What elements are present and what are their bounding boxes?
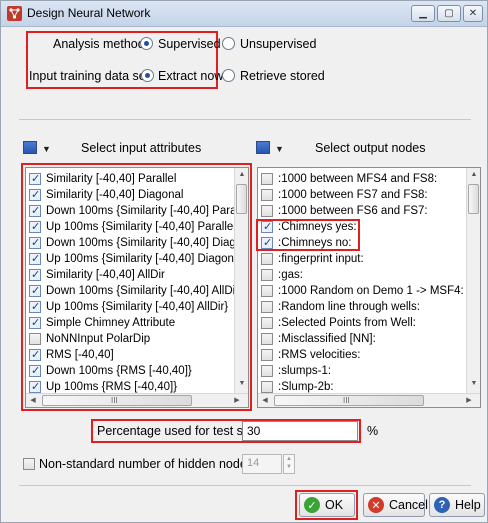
output-horizontal-scrollbar[interactable]: ◀ III ▶ bbox=[258, 393, 480, 407]
output-nodes-list[interactable]: :1000 between MFS4 and FS8::1000 between… bbox=[257, 167, 481, 408]
list-item-label: :RMS velocities: bbox=[278, 349, 361, 361]
list-item-label: :gas: bbox=[278, 269, 303, 281]
list-item-checkbox[interactable] bbox=[261, 365, 273, 377]
list-item-label: :1000 between FS6 and FS7: bbox=[278, 205, 428, 217]
scroll-left-icon[interactable]: ◀ bbox=[258, 396, 272, 404]
scroll-up-icon[interactable]: ▲ bbox=[467, 171, 480, 178]
list-item-checkbox[interactable] bbox=[261, 173, 273, 185]
training-data-label: Input training data set bbox=[29, 69, 150, 83]
input-select-all-icon[interactable] bbox=[23, 141, 37, 154]
test-set-label: Percentage used for test set bbox=[97, 424, 254, 438]
retrieve-stored-radio[interactable] bbox=[222, 69, 235, 82]
neural-network-app-icon bbox=[7, 6, 22, 21]
list-item-checkbox[interactable] bbox=[261, 333, 273, 345]
list-item-label: :slumps-1: bbox=[278, 365, 332, 377]
list-item[interactable]: :1000 between FS7 and FS8: bbox=[258, 187, 428, 203]
scroll-down-icon[interactable]: ▼ bbox=[467, 380, 480, 387]
input-chevron-down-icon[interactable]: ▼ bbox=[42, 144, 51, 154]
list-item[interactable]: :RMS velocities: bbox=[258, 347, 360, 363]
list-item[interactable]: :slumps-1: bbox=[258, 363, 331, 379]
input-attributes-highlight-box bbox=[21, 163, 252, 411]
scroll-right-icon[interactable]: ▶ bbox=[462, 396, 476, 404]
list-item[interactable]: :Random line through wells: bbox=[258, 299, 420, 315]
ok-highlight-box bbox=[295, 490, 358, 520]
input-attributes-header: Select input attributes bbox=[81, 141, 202, 155]
list-item[interactable]: :Selected Points from Well: bbox=[258, 315, 416, 331]
output-select-all-icon[interactable] bbox=[256, 141, 270, 154]
close-icon: ✕ bbox=[468, 7, 478, 19]
list-item-label: :1000 Random on Demo 1 -> MSF4: bbox=[278, 285, 464, 297]
minimize-button[interactable]: ▁ bbox=[411, 5, 435, 22]
list-item-checkbox[interactable] bbox=[261, 381, 273, 393]
help-button-label: Help bbox=[455, 498, 481, 512]
help-question-icon: ? bbox=[434, 497, 450, 513]
hidden-nodes-checkbox[interactable] bbox=[23, 458, 35, 470]
list-item-checkbox[interactable] bbox=[261, 285, 273, 297]
list-item[interactable]: :1000 between MFS4 and FS8: bbox=[258, 171, 437, 187]
output-vscroll-thumb[interactable] bbox=[468, 184, 479, 214]
close-button[interactable]: ✕ bbox=[463, 5, 483, 22]
list-item[interactable]: :fingerprint input: bbox=[258, 251, 364, 267]
list-item-checkbox[interactable] bbox=[261, 349, 273, 361]
supervised-label[interactable]: Supervised bbox=[158, 37, 221, 51]
design-neural-network-window: Design Neural Network ▁ ▢ ✕ Analysis met… bbox=[0, 0, 488, 523]
test-set-percentage-input[interactable]: 30 bbox=[242, 421, 358, 441]
spin-down-icon[interactable]: ▼ bbox=[284, 463, 294, 471]
output-hscroll-grip: III bbox=[343, 396, 350, 405]
output-hscroll-thumb[interactable]: III bbox=[274, 395, 424, 406]
list-item-label: :fingerprint input: bbox=[278, 253, 364, 265]
list-item[interactable]: :1000 Random on Demo 1 -> MSF4: bbox=[258, 283, 464, 299]
list-item-label: :Misclassified [NN]: bbox=[278, 333, 376, 345]
help-button[interactable]: ? Help bbox=[429, 493, 485, 517]
list-item-label: :1000 between MFS4 and FS8: bbox=[278, 173, 438, 185]
hidden-nodes-label[interactable]: Non-standard number of hidden nodes bbox=[39, 457, 253, 471]
cancel-button[interactable]: ✕ Cancel bbox=[363, 493, 428, 517]
list-item[interactable]: :Misclassified [NN]: bbox=[258, 331, 376, 347]
hidden-nodes-spin-buttons[interactable]: ▲ ▼ bbox=[283, 454, 295, 474]
list-item-label: :Slump-2b: bbox=[278, 381, 334, 393]
list-item-checkbox[interactable] bbox=[261, 205, 273, 217]
list-item[interactable]: :gas: bbox=[258, 267, 303, 283]
percent-unit-label: % bbox=[367, 424, 379, 438]
chimneys-highlight-box bbox=[256, 219, 360, 251]
analysis-method-label: Analysis method bbox=[53, 37, 145, 51]
spin-up-icon[interactable]: ▲ bbox=[284, 455, 294, 463]
output-vertical-scrollbar[interactable]: ▲ ▼ bbox=[466, 168, 480, 393]
separator-bottom bbox=[19, 485, 471, 486]
list-item-checkbox[interactable] bbox=[261, 253, 273, 265]
list-item-checkbox[interactable] bbox=[261, 269, 273, 281]
unsupervised-radio[interactable] bbox=[222, 37, 235, 50]
list-item-label: :Random line through wells: bbox=[278, 301, 420, 313]
maximize-icon: ▢ bbox=[444, 7, 454, 19]
output-chevron-down-icon[interactable]: ▼ bbox=[275, 144, 284, 154]
list-item-checkbox[interactable] bbox=[261, 301, 273, 313]
list-item-checkbox[interactable] bbox=[261, 189, 273, 201]
separator-top bbox=[19, 119, 471, 120]
cancel-button-label: Cancel bbox=[389, 498, 428, 512]
window-title: Design Neural Network bbox=[27, 6, 151, 20]
retrieve-stored-label[interactable]: Retrieve stored bbox=[240, 69, 325, 83]
cancel-x-icon: ✕ bbox=[368, 497, 384, 513]
list-item-label: :1000 between FS7 and FS8: bbox=[278, 189, 428, 201]
extract-now-radio[interactable] bbox=[141, 69, 154, 82]
maximize-button[interactable]: ▢ bbox=[437, 5, 461, 22]
title-bar[interactable]: Design Neural Network ▁ ▢ ✕ bbox=[1, 1, 487, 27]
list-item[interactable]: :1000 between FS6 and FS7: bbox=[258, 203, 428, 219]
minimize-icon: ▁ bbox=[419, 7, 427, 19]
extract-now-label[interactable]: Extract now bbox=[158, 69, 223, 83]
list-item-checkbox[interactable] bbox=[261, 317, 273, 329]
hidden-nodes-spinbox[interactable]: 14 bbox=[242, 454, 282, 474]
output-nodes-header: Select output nodes bbox=[315, 141, 426, 155]
unsupervised-label[interactable]: Unsupervised bbox=[240, 37, 316, 51]
list-item-label: :Selected Points from Well: bbox=[278, 317, 416, 329]
supervised-radio[interactable] bbox=[140, 37, 153, 50]
